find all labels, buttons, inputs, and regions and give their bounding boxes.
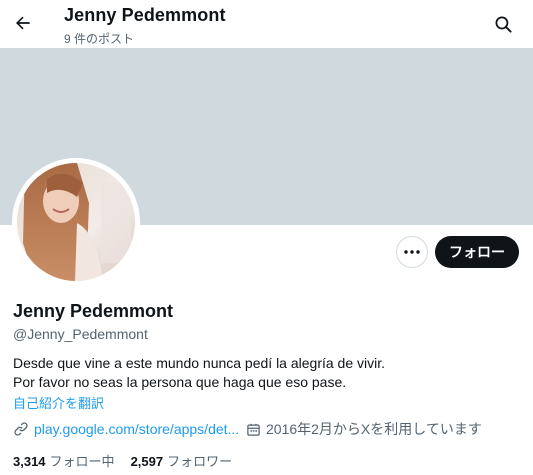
profile-website-link[interactable]: play.google.com/store/apps/det...	[13, 419, 239, 439]
bio-line: Desde que vine a este mundo nunca pedí l…	[13, 355, 386, 371]
ellipsis-icon	[404, 250, 420, 254]
profile-name: Jenny Pedemmont	[13, 301, 174, 321]
bio-line: Por favor no seas la persona que haga qu…	[13, 374, 347, 390]
following-label: フォロー中	[49, 454, 115, 469]
avatar-photo	[17, 163, 135, 281]
search-icon	[495, 16, 512, 33]
website-url[interactable]: play.google.com/store/apps/det...	[34, 421, 239, 437]
top-bar: Jenny Pedemmont 9 件のポスト	[0, 0, 533, 48]
follow-button[interactable]: フォロー	[435, 236, 519, 268]
profile-handle: @Jenny_Pedemmont	[13, 326, 148, 342]
translate-bio-link[interactable]: 自己紹介を翻訳	[13, 393, 104, 412]
back-button[interactable]	[8, 8, 38, 38]
post-count: 9 件のポスト	[64, 32, 135, 46]
more-options-button[interactable]	[396, 236, 428, 268]
calendar-icon	[246, 422, 261, 437]
page-title: Jenny Pedemmont	[64, 5, 226, 25]
follow-stats: 3,314 フォロー中 2,597 フォロワー	[13, 451, 248, 470]
profile-bio: Desde que vine a este mundo nunca pedí l…	[13, 354, 385, 392]
followers-link[interactable]: 2,597 フォロワー	[131, 451, 233, 470]
following-count: 3,314	[13, 454, 46, 469]
following-link[interactable]: 3,314 フォロー中	[13, 451, 115, 470]
followers-count: 2,597	[130, 454, 164, 469]
joined-text: 2016年2月からXを利用しています	[266, 421, 482, 437]
followers-label: フォロワー	[167, 454, 233, 469]
avatar[interactable]	[17, 163, 135, 281]
joined-date: 2016年2月からXを利用しています	[246, 419, 482, 439]
search-button[interactable]	[490, 11, 516, 37]
link-icon	[13, 421, 29, 437]
arrow-left-icon	[16, 16, 30, 30]
